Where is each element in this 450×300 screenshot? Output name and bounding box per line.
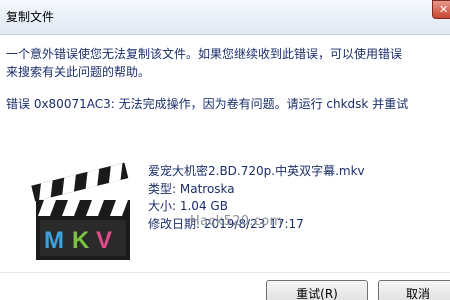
mkv-letter-m: M xyxy=(44,227,64,254)
window-title: 复制文件 xyxy=(6,10,55,24)
mkv-letter-v: V xyxy=(96,227,112,254)
error-message-line-1: 一个意外错误使您无法复制该文件。如果您继续收到此错误，可以使用错误 xyxy=(6,47,403,61)
footer-divider xyxy=(0,272,450,273)
mkv-letter-k: K xyxy=(72,227,90,254)
close-button[interactable]: ✕ xyxy=(432,0,450,19)
retry-button[interactable]: 重试(R) xyxy=(266,280,368,300)
file-size: 大小: 1.04 GB xyxy=(148,199,228,213)
copy-file-error-dialog: 复制文件 ✕ 一个意外错误使您无法复制该文件。如果您继续收到此错误，可以使用错误… xyxy=(0,0,450,300)
file-name: 爱宠大机密2.BD.720p.中英双字幕.mkv xyxy=(148,164,365,178)
error-code-line: 错误 0x80071AC3: 无法完成操作，因为卷有问题。请运行 chkdsk … xyxy=(6,97,409,111)
cancel-button[interactable]: 取消 xyxy=(378,280,450,300)
mkv-video-file-icon: M K V xyxy=(31,162,130,260)
file-type: 类型: Matroska xyxy=(148,181,235,196)
error-message-line-2: 来搜索有关此问题的帮助。 xyxy=(6,65,151,79)
close-icon: ✕ xyxy=(439,3,449,16)
error-message: 一个意外错误使您无法复制该文件。如果您继续收到此错误，可以使用错误 来搜索有关此… xyxy=(6,45,402,81)
title-bar-divider xyxy=(0,34,450,35)
title-bar: 复制文件 ✕ xyxy=(0,0,450,34)
watermark: Hack520.com xyxy=(190,214,283,229)
